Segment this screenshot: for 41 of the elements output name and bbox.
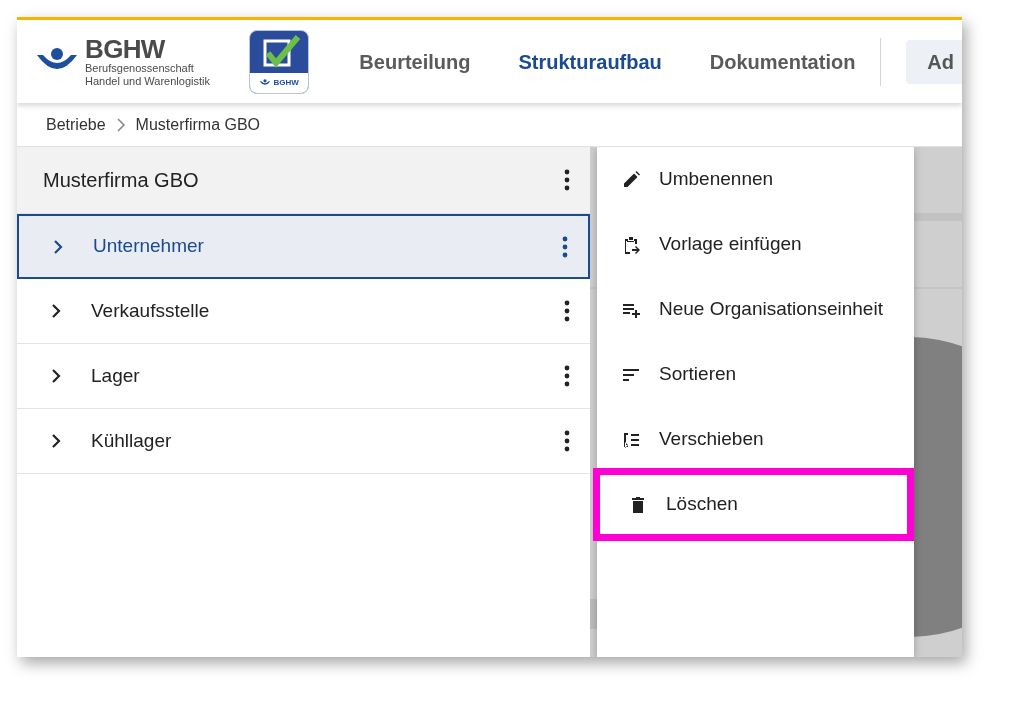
menu-item-label: Sortieren <box>659 362 737 387</box>
chevron-right-icon[interactable] <box>51 303 61 319</box>
chevron-right-icon[interactable] <box>51 368 61 384</box>
more-vertical-icon[interactable] <box>562 235 568 258</box>
more-vertical-icon[interactable] <box>564 430 570 452</box>
logo-icon <box>259 78 272 87</box>
menu-item[interactable]: Umbenennen <box>597 147 914 212</box>
chevron-right-icon[interactable] <box>51 433 61 449</box>
menu-item[interactable]: Löschen <box>593 468 914 541</box>
chevron-right-icon <box>115 117 126 132</box>
nav-tab[interactable]: Strukturaufbau <box>518 46 662 77</box>
more-vertical-icon[interactable] <box>564 300 570 322</box>
logo-wordmark: BGHW <box>85 36 166 62</box>
logo-subtitle: Handel und Warenlogistik <box>85 76 210 87</box>
menu-item[interactable]: Neue Organisationseinheit <box>597 277 914 342</box>
panel-title: Musterfirma GBO <box>43 168 200 193</box>
tree-item[interactable]: Unternehmer <box>17 214 590 279</box>
menu-item-label: Umbenennen <box>659 167 774 192</box>
menu-item[interactable]: Sortieren <box>597 342 914 407</box>
menu-item[interactable]: Vorlage einfügen <box>597 212 914 277</box>
logo-subtitle: Berufsgenossenschaft <box>85 63 195 74</box>
menu-item-label: Vorlage einfügen <box>659 232 802 257</box>
nav-tab[interactable]: Dokumentation <box>709 46 856 77</box>
menu-item-label: Verschieben <box>659 427 764 452</box>
pencil-icon <box>621 169 641 190</box>
scrollbar-thumb[interactable] <box>590 599 597 629</box>
tree-item-label: Unternehmer <box>93 234 205 259</box>
chevron-right-icon[interactable] <box>53 238 63 255</box>
nav-button[interactable]: Ad <box>906 39 962 84</box>
menu-item-label: Neue Organisationseinheit <box>659 297 883 322</box>
more-vertical-icon[interactable] <box>564 169 570 191</box>
tree-item-label: Lager <box>91 363 141 388</box>
more-vertical-icon[interactable] <box>564 365 570 387</box>
tree-item-label: Kühllager <box>91 428 173 453</box>
menu-item-label: Löschen <box>666 492 738 517</box>
app-icon-label: BGHW <box>273 76 299 89</box>
breadcrumb-link[interactable]: Betriebe <box>46 112 106 137</box>
breadcrumb-current: Musterfirma GBO <box>135 114 261 135</box>
tree-item-label: Verkaufsstelle <box>91 298 211 323</box>
nav-tab[interactable]: Beurteilung <box>359 46 471 77</box>
background-stripe <box>914 213 962 221</box>
